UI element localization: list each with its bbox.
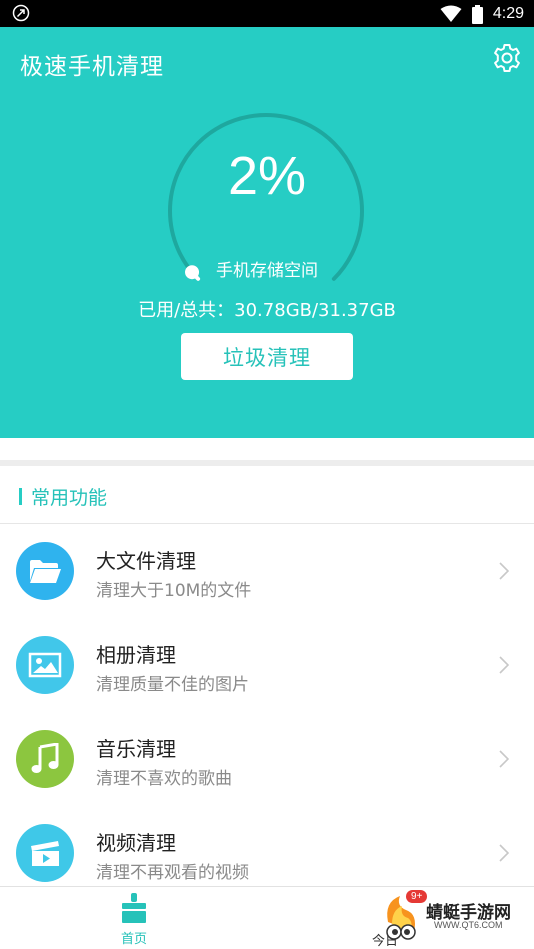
watermark-badge: 9+ xyxy=(406,890,428,903)
feature-subtitle: 清理大于10M的文件 xyxy=(96,581,252,601)
chevron-right-icon xyxy=(499,750,510,768)
chevron-right-icon xyxy=(499,844,510,862)
folder-icon xyxy=(16,542,74,600)
junk-clean-button[interactable]: 垃圾清理 xyxy=(181,333,353,380)
feature-title: 相册清理 xyxy=(96,643,176,667)
section-divider xyxy=(0,438,534,466)
feature-item-music[interactable]: 音乐清理 清理不喜欢的歌曲 xyxy=(0,713,534,807)
image-icon xyxy=(16,636,74,694)
feature-subtitle: 清理不再观看的视频 xyxy=(96,863,249,883)
feature-list: 大文件清理 清理大于10M的文件 相册清理 清理质量不佳的图片 音乐清理 清理不… xyxy=(0,525,534,901)
app-screen: 4:29 极速手机清理 2% 手机存储空间 已用/总共：30.78GB/31.3… xyxy=(0,0,534,949)
site-watermark: 9+ 蜻蜓手游网 WWW.QT6.COM xyxy=(378,886,528,949)
nav-home[interactable]: 首页 xyxy=(100,887,168,949)
nav-home-label: 首页 xyxy=(120,932,147,947)
watermark-url: WWW.QT6.COM xyxy=(434,920,503,930)
app-title: 极速手机清理 xyxy=(20,54,164,80)
settings-gear-icon[interactable] xyxy=(490,41,524,75)
feature-title: 音乐清理 xyxy=(96,737,176,761)
feature-item-album[interactable]: 相册清理 清理质量不佳的图片 xyxy=(0,619,534,713)
chevron-right-icon xyxy=(499,562,510,580)
status-bar: 4:29 xyxy=(0,0,534,27)
section-accent-bar xyxy=(19,488,22,505)
section-title: 常用功能 xyxy=(31,487,108,509)
section-header: 常用功能 xyxy=(0,472,534,524)
broom-icon xyxy=(122,893,146,923)
notification-icon xyxy=(12,4,30,22)
chevron-right-icon xyxy=(499,656,510,674)
storage-label: 手机存储空间 xyxy=(216,261,318,281)
storage-usage-text: 已用/总共：30.78GB/31.37GB xyxy=(138,300,396,321)
feature-title: 视频清理 xyxy=(96,831,176,855)
feature-subtitle: 清理不喜欢的歌曲 xyxy=(96,769,232,789)
feature-item-large-files[interactable]: 大文件清理 清理大于10M的文件 xyxy=(0,525,534,619)
storage-percent: 2% xyxy=(227,146,307,206)
battery-icon xyxy=(471,4,483,24)
video-icon xyxy=(16,824,74,882)
music-icon xyxy=(16,730,74,788)
feature-title: 大文件清理 xyxy=(96,549,196,573)
wifi-icon xyxy=(440,5,462,22)
feature-subtitle: 清理质量不佳的图片 xyxy=(96,675,249,695)
status-time: 4:29 xyxy=(492,5,524,22)
storage-gauge xyxy=(168,112,364,281)
